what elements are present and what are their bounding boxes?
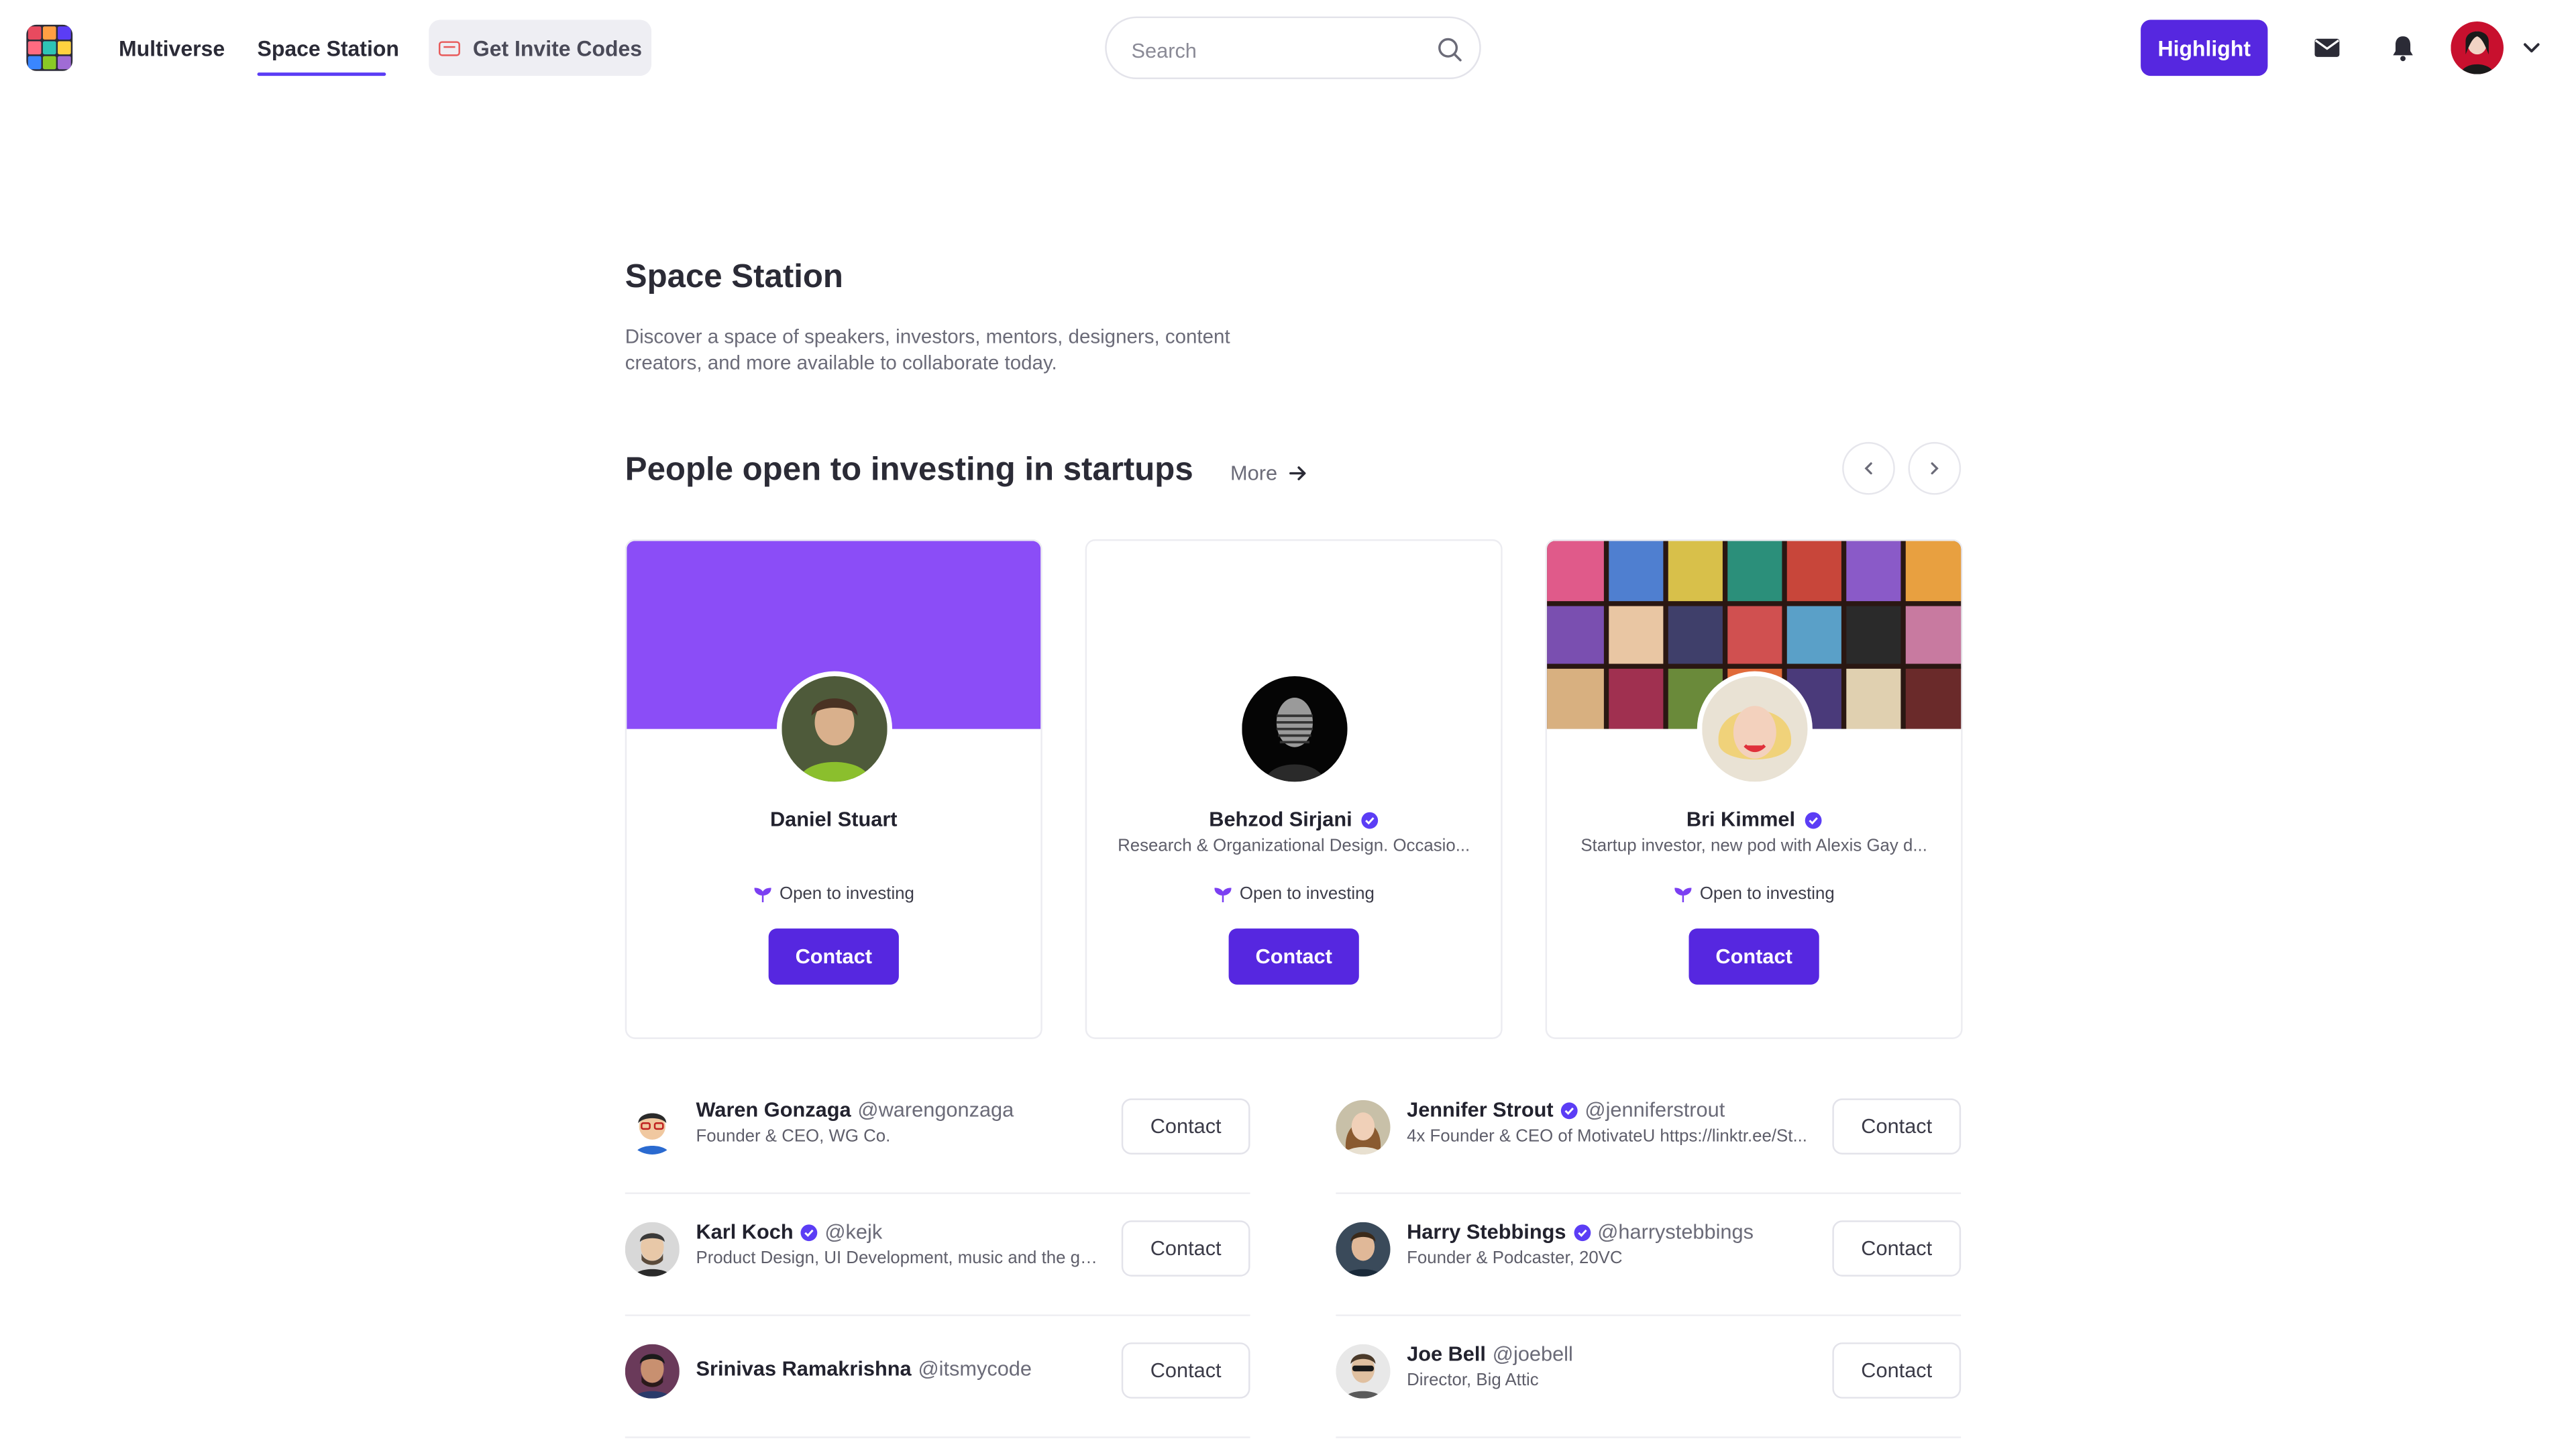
featured-card[interactable]: Bri Kimmel Startup investor, new pod wit… xyxy=(1545,539,1963,1039)
card-name: Bri Kimmel xyxy=(1547,808,1961,831)
more-label: More xyxy=(1230,462,1278,485)
verified-icon xyxy=(800,1224,818,1240)
search-input[interactable] xyxy=(1128,33,1432,70)
verified-icon xyxy=(1560,1102,1578,1118)
person-bio: Founder & CEO, WG Co. xyxy=(696,1126,891,1146)
user-avatar[interactable] xyxy=(2451,21,2504,74)
sprout-icon xyxy=(753,887,771,902)
person-name: Srinivas Ramakrishna @itsmycode xyxy=(696,1357,1032,1381)
sprout-icon xyxy=(1674,887,1691,902)
list-item: Karl Koch @kejk Product Design, UI Devel… xyxy=(625,1194,1250,1316)
card-bio: Research & Organizational Design. Occasi… xyxy=(1118,836,1470,856)
person-name: Karl Koch @kejk xyxy=(696,1220,883,1244)
person-bio: Product Design, UI Development, music an… xyxy=(696,1248,1099,1269)
list-item: Srinivas Ramakrishna @itsmycode Contact xyxy=(625,1316,1250,1438)
invite-label: Get Invite Codes xyxy=(472,35,643,60)
contact-button[interactable]: Contact xyxy=(1832,1220,1962,1277)
contact-button[interactable]: Contact xyxy=(1228,928,1359,985)
page-title: Space Station xyxy=(625,258,843,296)
section-title: People open to investing in startups xyxy=(625,451,1193,488)
page-description: Discover a space of speakers, investors,… xyxy=(625,325,1230,375)
person-bio: Founder & Podcaster, 20VC xyxy=(1407,1248,1623,1269)
avatar xyxy=(625,1344,680,1399)
open-to-investing-badge: Open to investing xyxy=(627,884,1040,904)
app-logo-icon[interactable] xyxy=(26,24,73,71)
top-nav: Multiverse Space Station Get Invite Code… xyxy=(0,0,2576,99)
avatar xyxy=(1336,1222,1391,1277)
contact-button[interactable]: Contact xyxy=(768,928,899,985)
avatar xyxy=(775,671,892,787)
carousel-next-button[interactable] xyxy=(1908,441,1962,495)
avatar xyxy=(1336,1344,1391,1399)
contact-button[interactable]: Contact xyxy=(1832,1342,1962,1399)
chevron-left-icon xyxy=(1864,462,1872,475)
contact-button[interactable]: Contact xyxy=(1688,928,1819,985)
verified-icon xyxy=(1804,811,1821,828)
highlight-button[interactable]: Highlight xyxy=(2141,19,2268,76)
person-name: Waren Gonzaga @warengonzaga xyxy=(696,1098,1014,1122)
get-invite-codes-button[interactable]: Get Invite Codes xyxy=(429,19,652,76)
card-name: Behzod Sirjani xyxy=(1087,808,1501,831)
list-item: Joe Bell @joebell Director, Big Attic Con… xyxy=(1336,1316,1962,1438)
more-link[interactable]: More xyxy=(1230,462,1309,485)
divider xyxy=(1336,1436,1962,1438)
search-box xyxy=(1105,16,1481,80)
person-name: Jennifer Strout @jenniferstrout xyxy=(1407,1098,1725,1122)
active-tab-indicator xyxy=(257,72,386,76)
nav-link-multiverse[interactable]: Multiverse xyxy=(119,36,225,61)
carousel-prev-button[interactable] xyxy=(1842,441,1895,495)
verified-icon xyxy=(1573,1224,1591,1240)
divider xyxy=(625,1436,1250,1438)
avatar xyxy=(625,1099,680,1155)
mail-icon[interactable] xyxy=(2312,33,2342,62)
chevron-right-icon xyxy=(1931,462,1939,475)
sprout-icon xyxy=(1214,887,1231,902)
person-bio: Director, Big Attic xyxy=(1407,1371,1539,1391)
person-name: Harry Stebbings @harrystebbings xyxy=(1407,1220,1754,1244)
arrow-right-icon xyxy=(1290,466,1307,480)
person-name: Joe Bell @joebell xyxy=(1407,1342,1573,1366)
avatar xyxy=(625,1222,680,1277)
contact-button[interactable]: Contact xyxy=(1121,1342,1250,1399)
featured-card[interactable]: Daniel Stuart Open to investing Contact xyxy=(625,539,1042,1039)
open-to-investing-badge: Open to investing xyxy=(1547,884,1961,904)
list-item: Harry Stebbings @harrystebbings Founder … xyxy=(1336,1194,1962,1316)
card-bio: Startup investor, new pod with Alexis Ga… xyxy=(1580,836,1927,856)
open-to-investing-badge: Open to investing xyxy=(1087,884,1501,904)
search-icon[interactable] xyxy=(1436,36,1462,62)
avatar xyxy=(1696,671,1812,787)
chevron-down-icon[interactable] xyxy=(2522,38,2542,58)
featured-card[interactable]: Behzod Sirjani Research & Organizational… xyxy=(1085,539,1503,1039)
card-name: Daniel Stuart xyxy=(769,808,898,832)
avatar xyxy=(1336,1099,1391,1155)
avatar xyxy=(1236,671,1352,787)
nav-link-space-station[interactable]: Space Station xyxy=(258,36,399,61)
list-item: Waren Gonzaga @warengonzaga Founder & CEO… xyxy=(625,1072,1250,1194)
contact-button[interactable]: Contact xyxy=(1832,1098,1962,1155)
ticket-icon xyxy=(438,40,460,56)
verified-icon xyxy=(1361,811,1378,828)
contact-button[interactable]: Contact xyxy=(1121,1220,1250,1277)
person-bio: 4x Founder & CEO of MotivateU https://li… xyxy=(1407,1126,1807,1146)
list-item: Jennifer Strout @jenniferstrout 4x Found… xyxy=(1336,1072,1962,1194)
bell-icon[interactable] xyxy=(2388,33,2418,62)
contact-button[interactable]: Contact xyxy=(1121,1098,1250,1155)
